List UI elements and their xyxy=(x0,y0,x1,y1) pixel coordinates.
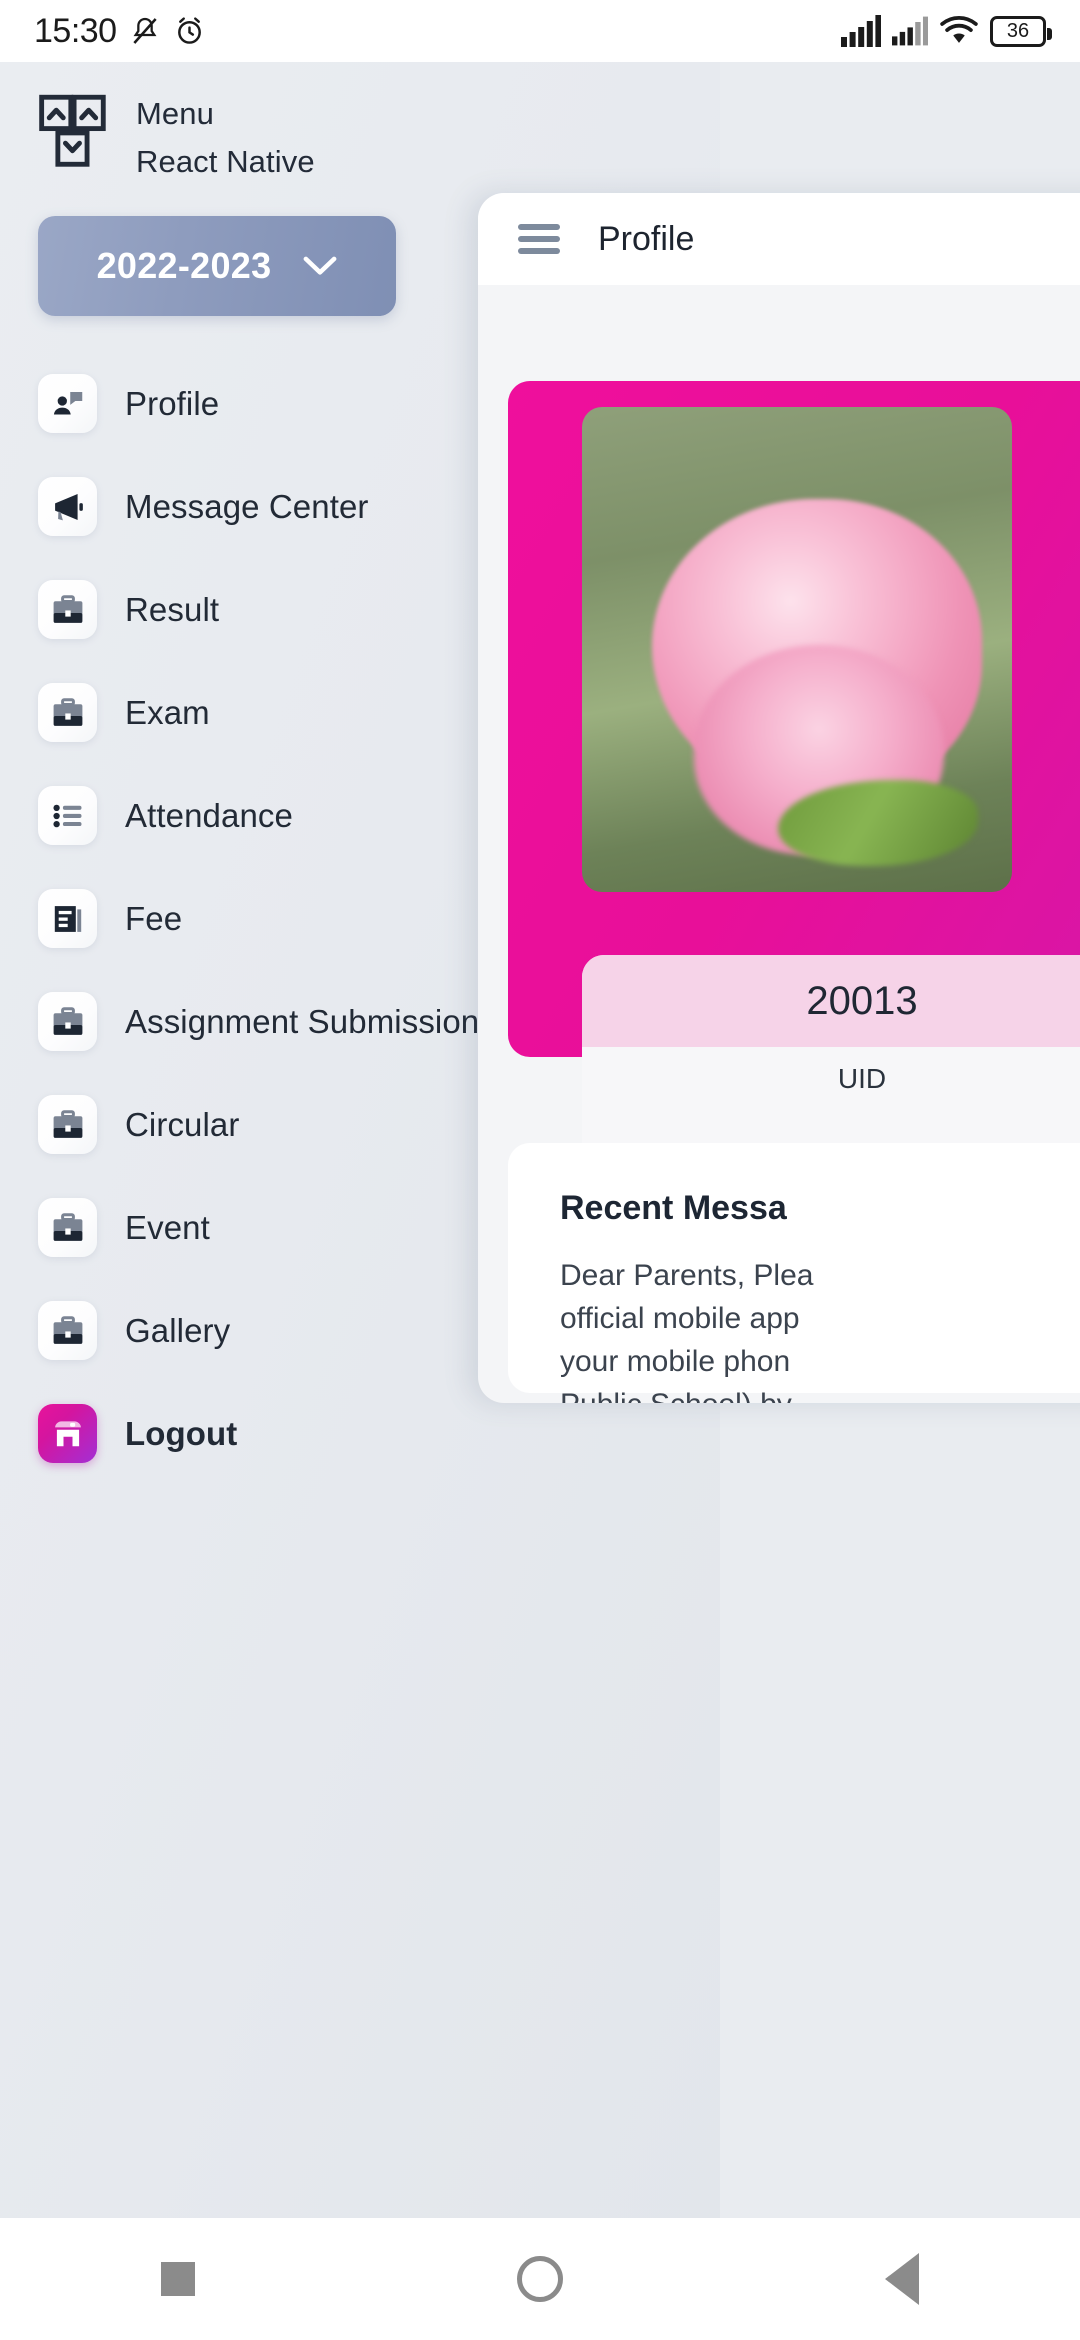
uid-header: 20013 xyxy=(582,955,1080,1047)
chevron-down-icon xyxy=(304,256,337,275)
sidebar-item-label: Message Center xyxy=(125,487,369,525)
home-circle-icon[interactable] xyxy=(517,2256,563,2302)
sidebar-item-label: Logout xyxy=(125,1414,238,1452)
recent-message-line: your mobile phon xyxy=(560,1345,791,1378)
uid-value: 20013 xyxy=(806,978,918,1023)
profile-photo xyxy=(582,407,1012,892)
sidebar-item-label: Circular xyxy=(125,1105,240,1143)
brand-subtitle: React Native xyxy=(136,144,315,179)
storefront-icon xyxy=(38,1404,97,1463)
content-header: Profile xyxy=(478,193,1080,285)
recent-message-line: Public School) by xyxy=(560,1383,1080,1403)
status-bar-right: 36 xyxy=(841,15,1052,47)
hamburger-icon[interactable] xyxy=(518,224,560,254)
year-selector-value: 2022-2023 xyxy=(96,245,272,286)
recent-message-card: Recent Messa Dear Parents, Plea official… xyxy=(508,1143,1080,1403)
sidebar-item-label: Exam xyxy=(125,693,210,731)
person-message-icon xyxy=(38,374,97,433)
content-panel: Profile 20013 UID Recent Messa Dear Pare… xyxy=(478,193,1080,1403)
app-screen: 15:30 36 Menu React Native 2022-2023 Pro… xyxy=(0,0,1080,2340)
sidebar-item-label: Assignment Submission xyxy=(125,1002,480,1040)
android-navigation-bar xyxy=(0,2218,1080,2340)
briefcase-icon xyxy=(38,580,97,639)
mute-icon xyxy=(132,17,157,44)
profile-photo-card: 20013 UID xyxy=(508,381,1080,1305)
megaphone-icon xyxy=(38,477,97,536)
wifi-icon xyxy=(940,16,978,43)
year-selector[interactable]: 2022-2023 xyxy=(38,216,396,316)
battery-level: 36 xyxy=(1006,19,1030,42)
list-bullet-icon xyxy=(38,786,97,845)
status-bar-left: 15:30 xyxy=(34,12,206,51)
page-title: Profile xyxy=(598,219,695,258)
sidebar-item-label: Attendance xyxy=(125,796,293,834)
briefcase-icon xyxy=(38,1301,97,1360)
briefcase-icon xyxy=(38,992,97,1051)
status-bar: 15:30 36 xyxy=(0,0,1080,62)
sidebar-item-label: Result xyxy=(125,590,220,628)
article-icon xyxy=(38,889,97,948)
recent-message-line: official mobile app xyxy=(560,1302,800,1335)
sidebar-item-label: Event xyxy=(125,1208,210,1246)
uid-label: UID xyxy=(837,1063,887,1094)
alarm-icon xyxy=(177,17,201,44)
menu-arrows-logo-icon xyxy=(39,94,106,167)
sidebar-item-label: Profile xyxy=(125,384,220,422)
drawer-brand: Menu React Native xyxy=(38,94,315,180)
briefcase-icon xyxy=(38,1095,97,1154)
briefcase-icon xyxy=(38,683,97,742)
recents-square-icon[interactable] xyxy=(161,2262,195,2296)
signal-icon xyxy=(841,15,881,47)
brand-title: Menu xyxy=(136,96,214,131)
battery-icon: 36 xyxy=(990,15,1052,47)
back-triangle-icon[interactable] xyxy=(885,2253,919,2305)
signal-icon xyxy=(892,16,928,46)
briefcase-icon xyxy=(38,1198,97,1257)
status-bar-clock: 15:30 xyxy=(34,11,117,50)
sidebar-item-label: Fee xyxy=(125,899,183,937)
sidebar-item-label: Gallery xyxy=(125,1311,231,1349)
recent-message-title: Recent Messa xyxy=(560,1189,787,1227)
recent-message-line: Dear Parents, Plea xyxy=(560,1259,814,1292)
